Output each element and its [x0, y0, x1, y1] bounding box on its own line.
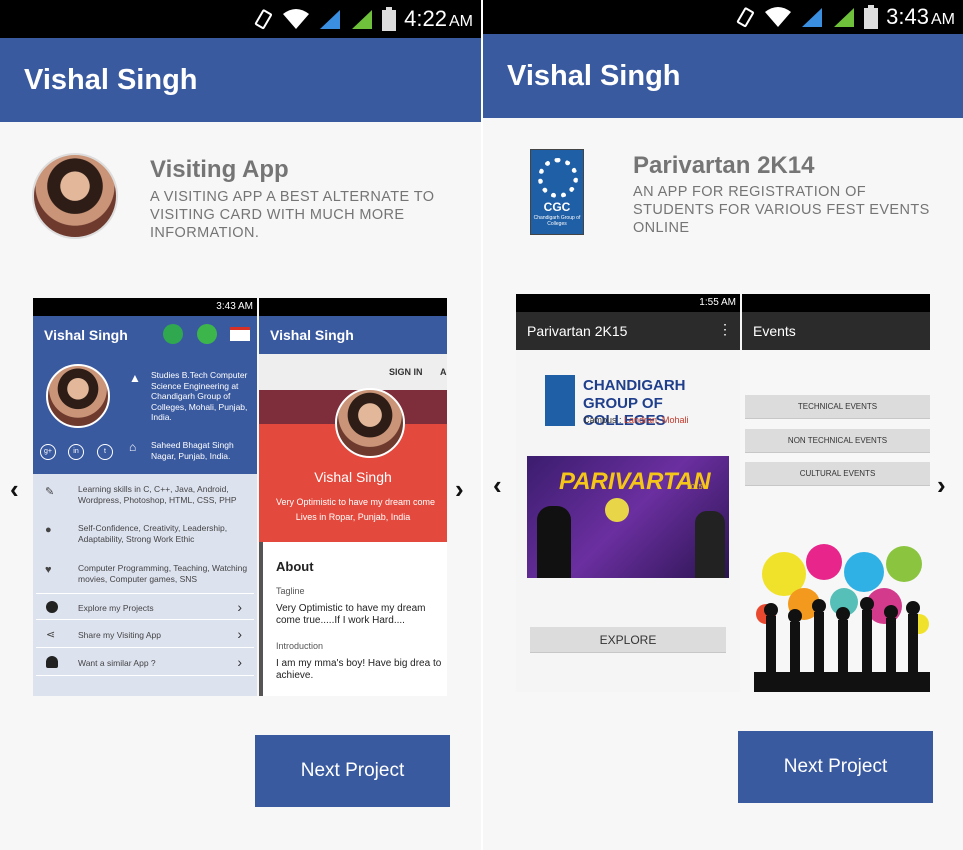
- screen-visiting-app: 4:22 AM Vishal Singh Visiting App A VISIT…: [0, 0, 481, 850]
- battery-icon: [864, 5, 879, 29]
- app-bar: Vishal Singh: [483, 34, 963, 118]
- cgc-logo: CGC Chandigarh Group of Colleges: [530, 149, 584, 235]
- avatar: [335, 388, 405, 458]
- preview-screenshot-home: 3:43 AM Vishal Singh ▲ Studies B.Tech Co…: [33, 298, 257, 696]
- campus-line: Campus : Landran, Mohali: [583, 415, 689, 425]
- cultural-events-button[interactable]: CULTURAL EVENTS: [745, 462, 930, 486]
- signal-icon: [802, 8, 823, 27]
- preview-screenshot-events: Events TECHNICAL EVENTS NON TECHNICAL EV…: [742, 294, 930, 692]
- chevron-right-icon[interactable]: ›: [455, 474, 464, 505]
- intro-text: I am my mma's boy! Have big drea to achi…: [276, 658, 442, 681]
- technical-events-button[interactable]: TECHNICAL EVENTS: [745, 395, 930, 419]
- overflow-menu-icon[interactable]: ⋮: [718, 321, 732, 338]
- whatsapp-icon: [197, 324, 217, 344]
- about-card: About Tagline Very Optimistic to have my…: [263, 546, 447, 696]
- location-text: Saheed Bhagat Singh Nagar, Punjab, India…: [151, 440, 234, 461]
- preview-screenshot-profile: Vishal Singh SIGN IN A Vishal Singh Very…: [259, 298, 447, 696]
- chevron-right-icon: ›: [237, 599, 242, 615]
- project-title: Parivartan 2K14: [633, 152, 815, 179]
- home-icon: ⌂: [129, 440, 137, 454]
- wifi-icon: [283, 9, 310, 29]
- tagline-text: Very Optimistic to have my dream come tr…: [276, 603, 426, 626]
- project-title: Visiting App: [150, 156, 289, 183]
- tab-row: SIGN IN A: [259, 354, 447, 390]
- person-icon: ●: [45, 524, 52, 536]
- tagline-label: Tagline: [276, 586, 305, 596]
- graduation-icon: ▲: [129, 371, 141, 385]
- project-description: A VISITING APP A BEST ALTERNATE TO VISIT…: [150, 189, 435, 241]
- non-technical-events-button[interactable]: NON TECHNICAL EVENTS: [745, 429, 930, 453]
- phone-icon: [163, 324, 183, 344]
- poster-year: 2015: [687, 484, 703, 491]
- profile-header: ▲ Studies B.Tech Computer Science Engine…: [33, 354, 257, 474]
- skills-text: Learning skills in C, C++, Java, Android…: [78, 484, 237, 505]
- signal-icon: [834, 8, 855, 27]
- heart-icon: ♥: [45, 564, 52, 576]
- rotate-icon: [737, 7, 755, 28]
- chevron-right-icon: ›: [237, 654, 242, 670]
- tab-a[interactable]: A: [440, 367, 447, 377]
- gear-icon: [538, 158, 578, 198]
- hobbies-text: Computer Programming, Teaching, Watching…: [78, 563, 248, 584]
- next-project-button[interactable]: Next Project: [255, 735, 450, 807]
- traits-text: Self-Confidence, Creativity, Leadership,…: [78, 523, 228, 544]
- status-time: 4:22 AM: [404, 6, 473, 31]
- status-bar: 3:43 AM: [483, 0, 963, 34]
- menu-share-app[interactable]: ⋖ Share my Visiting App ›: [36, 621, 254, 648]
- poster-title: PARIVARTAN: [559, 468, 711, 495]
- tab-sign-in[interactable]: SIGN IN: [389, 367, 423, 377]
- linkedin-icon[interactable]: in: [68, 444, 84, 460]
- chevron-right-icon: ›: [237, 626, 242, 642]
- share-icon: ⋖: [46, 629, 56, 641]
- rotate-icon: [255, 9, 273, 30]
- chevron-left-icon[interactable]: ‹: [493, 470, 502, 501]
- project-avatar: [32, 153, 118, 239]
- status-bar: 4:22 AM: [0, 0, 481, 38]
- cgc-logo-small: [545, 375, 575, 426]
- signal-icon: [320, 10, 341, 29]
- menu-similar-app[interactable]: Want a similar App ? ›: [36, 649, 254, 676]
- education-text: Studies B.Tech Computer Science Engineer…: [151, 370, 248, 422]
- app-bar: Vishal Singh: [0, 38, 481, 122]
- info-list: ✎ Learning skills in C, C++, Java, Andro…: [33, 474, 257, 594]
- chevron-right-icon[interactable]: ›: [937, 470, 946, 501]
- profile-name: Vishal Singh: [314, 469, 392, 485]
- fest-poster: PARIVARTAN 2015: [527, 456, 729, 578]
- twitter-icon[interactable]: t: [97, 444, 113, 460]
- android-icon: [46, 656, 58, 668]
- profile-tagline: Very Optimistic to have my dream come: [276, 497, 436, 507]
- chevron-left-icon[interactable]: ‹: [10, 474, 19, 505]
- menu-explore-projects[interactable]: Explore my Projects ›: [36, 593, 254, 620]
- preview-title: Vishal Singh: [44, 327, 128, 343]
- about-heading: About: [276, 559, 314, 574]
- intro-label: Introduction: [276, 641, 324, 651]
- college-name-line1: CHANDIGARH: [583, 377, 686, 394]
- signal-icon: [352, 10, 373, 29]
- status-time: 3:43 AM: [886, 4, 955, 29]
- screen-parivartan: 3:43 AM Vishal Singh CGC Chandigarh Group…: [483, 0, 963, 850]
- profile-location: Lives in Ropar, Punjab, India: [295, 512, 411, 522]
- compass-icon: [46, 601, 58, 613]
- google-plus-icon[interactable]: g+: [40, 444, 56, 460]
- gmail-icon: [230, 327, 250, 341]
- explore-button[interactable]: EXPLORE: [530, 627, 726, 653]
- app-title: Vishal Singh: [24, 64, 198, 96]
- wifi-icon: [765, 7, 792, 27]
- next-project-button[interactable]: Next Project: [738, 731, 933, 803]
- avatar: [46, 364, 110, 428]
- app-title: Vishal Singh: [507, 60, 681, 92]
- project-description: AN APP FOR REGISTRATION OF STUDENTS FOR …: [633, 184, 930, 236]
- preview-screenshot-parivartan: 1:55 AM Parivartan 2K15 ⋮ CHANDIGARH GRO…: [516, 294, 740, 692]
- wrench-icon: ✎: [45, 486, 55, 498]
- dance-illustration: [754, 544, 930, 692]
- battery-icon: [382, 7, 397, 31]
